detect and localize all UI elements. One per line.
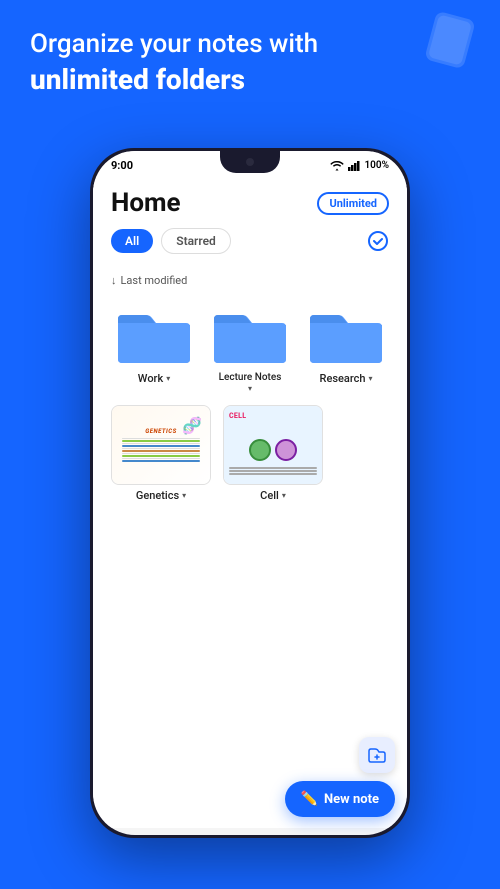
tab-starred[interactable]: Starred	[161, 228, 231, 254]
hero-line1: Organize your notes with	[30, 28, 470, 62]
edit-icon: ✏️	[301, 791, 318, 807]
app-content: Home Unlimited All Starred ↓	[93, 176, 407, 828]
folder-item-lecture-notes[interactable]: Lecture Notes ▾	[207, 303, 293, 393]
phone-mockup: 9:00 100%	[90, 148, 410, 838]
chevron-down-icon-5: ▾	[282, 491, 286, 500]
chevron-down-icon-2: ▾	[248, 384, 252, 393]
tab-bar: All Starred	[111, 228, 389, 254]
new-note-label: New note	[324, 792, 379, 807]
cell-shape-green	[249, 439, 271, 461]
page-title: Home	[111, 188, 181, 218]
check-icon[interactable]	[367, 230, 389, 252]
chevron-down-icon-4: ▾	[182, 491, 186, 500]
note-item-cell[interactable]: CELL Cel	[223, 405, 323, 502]
folder-add-icon	[368, 747, 386, 763]
folder-icon-lecture-notes	[210, 303, 290, 368]
status-time: 9:00	[111, 159, 133, 172]
dna-spiral-icon: 🧬	[182, 416, 202, 435]
sort-label[interactable]: Last modified	[121, 274, 188, 287]
signal-icon	[348, 160, 360, 171]
folder-item-work[interactable]: Work ▾	[111, 303, 197, 393]
folder-label-work: Work	[138, 372, 163, 385]
genetics-lines	[122, 437, 200, 463]
camera-dot	[246, 158, 254, 166]
cell-note-lines	[229, 466, 317, 477]
sort-arrow-icon: ↓	[111, 274, 117, 287]
folder-label-research: Research	[320, 372, 366, 385]
sort-row: ↓ Last modified	[93, 270, 407, 295]
chevron-down-icon-3: ▾	[368, 374, 372, 383]
folder-icon-research	[306, 303, 386, 368]
battery-text: 100%	[364, 160, 389, 171]
wifi-icon	[330, 160, 344, 171]
folder-item-research[interactable]: Research ▾	[303, 303, 389, 393]
app-header: Home Unlimited All Starred	[93, 176, 407, 270]
new-note-button[interactable]: ✏️ New note	[285, 781, 395, 817]
fab-area: ✏️ New note	[285, 737, 395, 817]
folders-grid: Work ▾ Lecture Notes ▾	[93, 295, 407, 397]
unlimited-badge[interactable]: Unlimited	[317, 192, 389, 215]
note-thumb-genetics: GENETICS	[111, 405, 211, 485]
note-label-cell: Cell	[260, 489, 279, 502]
notes-grid: GENETICS	[93, 397, 407, 506]
fab-folder-button[interactable]	[359, 737, 395, 773]
folder-icon-work	[114, 303, 194, 368]
note-item-genetics[interactable]: GENETICS	[111, 405, 211, 502]
hero-section: Organize your notes with unlimited folde…	[30, 28, 470, 98]
tab-all[interactable]: All	[111, 229, 153, 253]
status-icons: 100%	[330, 160, 389, 171]
chevron-down-icon: ▾	[166, 374, 170, 383]
note-label-genetics: Genetics	[136, 489, 179, 502]
phone-notch	[220, 151, 280, 173]
cell-shape-purple	[275, 439, 297, 461]
cell-shapes	[249, 439, 297, 461]
note-thumb-cell: CELL	[223, 405, 323, 485]
hero-line2: unlimited folders	[30, 62, 470, 98]
folder-label-lecture-notes: Lecture Notes	[219, 372, 282, 384]
